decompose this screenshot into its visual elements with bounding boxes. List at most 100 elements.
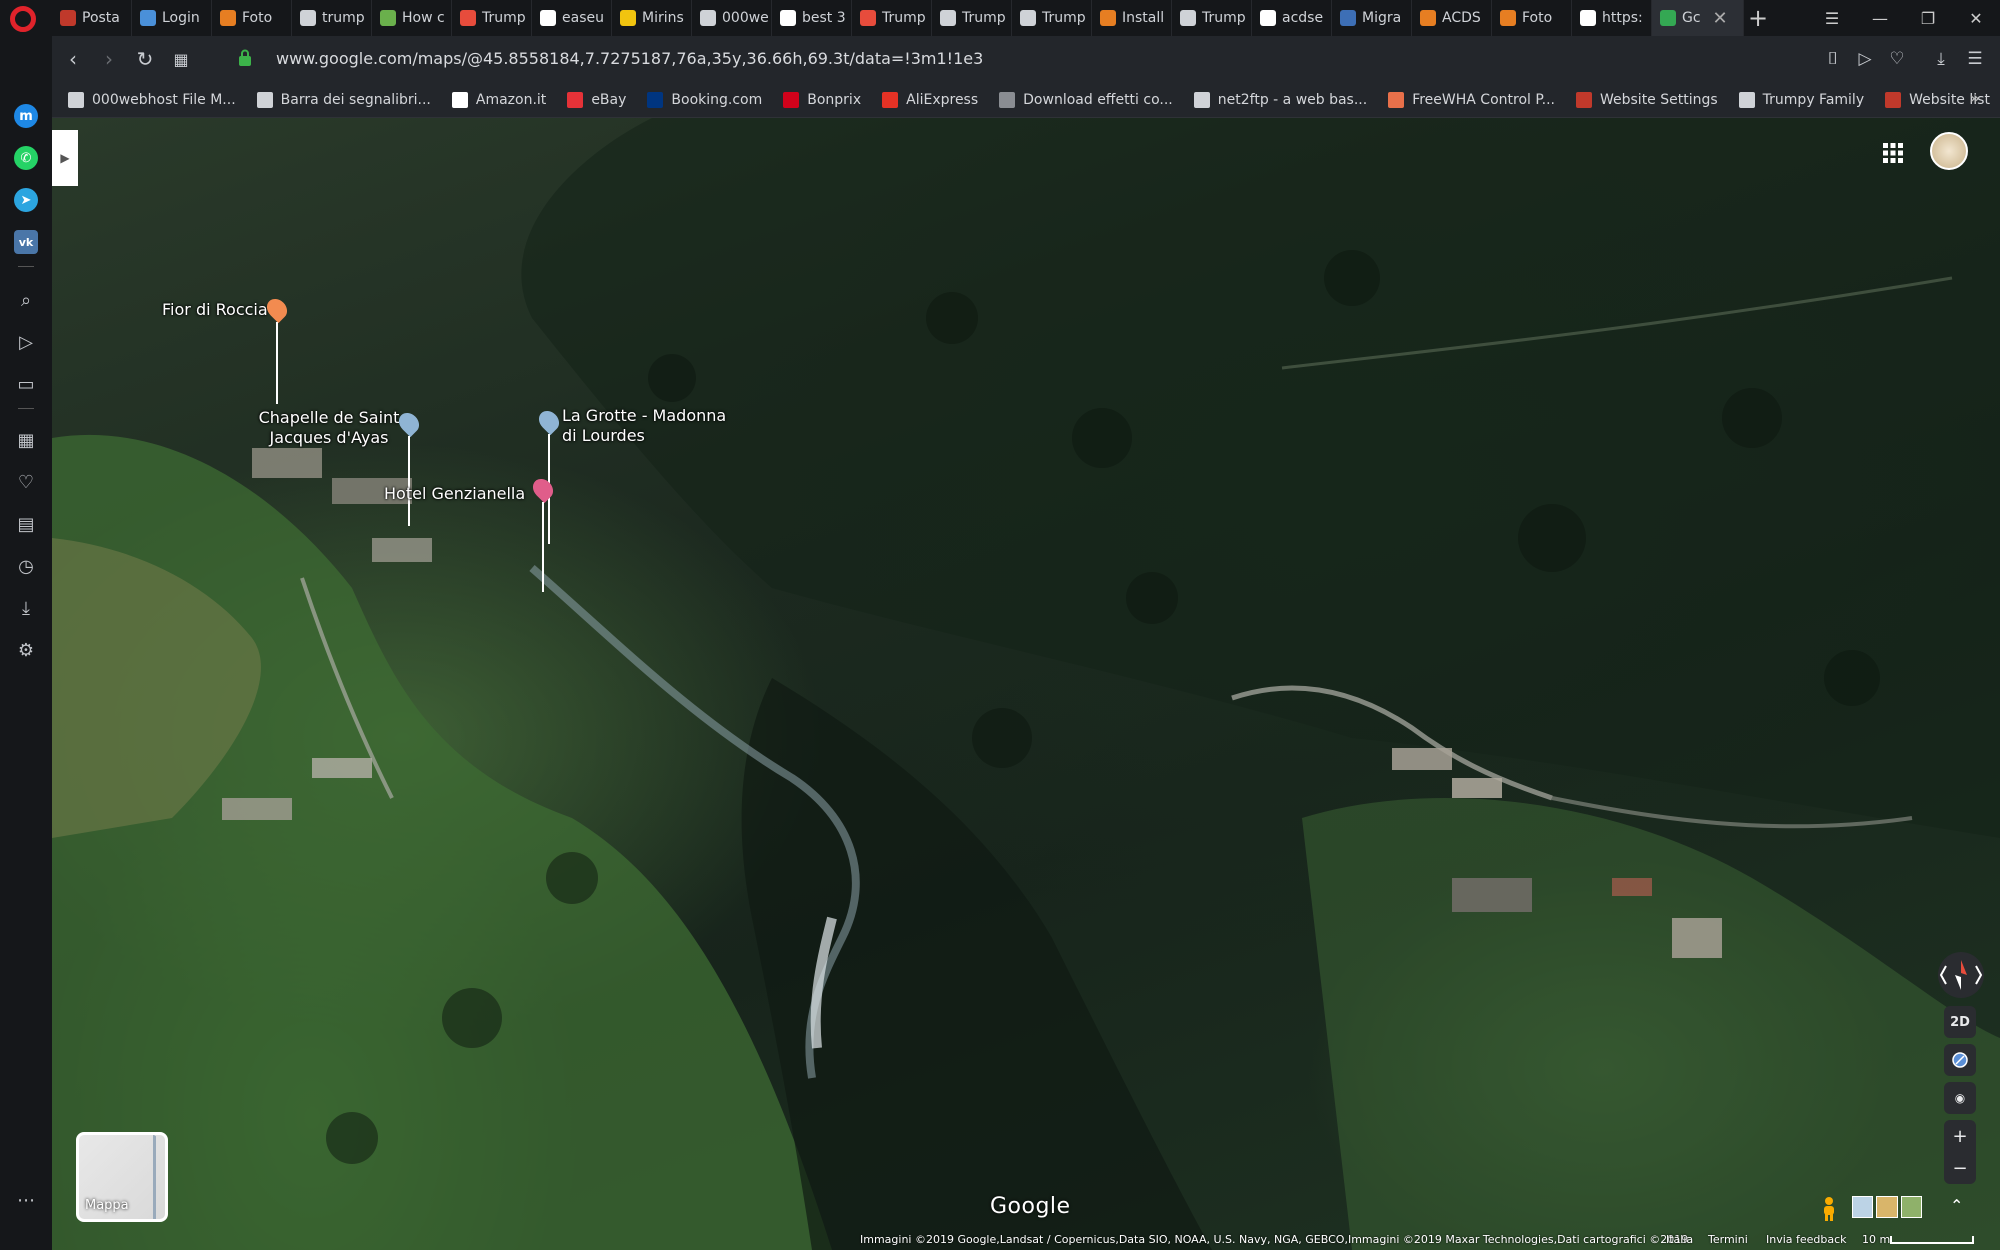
tab-6[interactable]: easeu <box>532 0 612 36</box>
site-icon <box>1885 92 1902 108</box>
tab-12[interactable]: Trump <box>1012 0 1092 36</box>
close-tab-icon[interactable]: ✕ <box>1713 8 1728 29</box>
document-icon <box>68 92 84 108</box>
scale-label[interactable]: 10 m <box>1862 1233 1890 1246</box>
bookmark-item[interactable]: FreeWHA Control P... <box>1388 82 1568 118</box>
bookmark-item[interactable]: 000webhost File M... <box>68 82 249 118</box>
map-canvas[interactable]: ▶ Fior di Roccia Chapelle de Saint Jacqu… <box>52 118 2000 1250</box>
thumbnail-satellite[interactable] <box>1900 1196 1922 1218</box>
tab-7[interactable]: Mirins <box>612 0 692 36</box>
tab-10[interactable]: Trump <box>852 0 932 36</box>
bookmark-item[interactable]: Website Settings <box>1575 82 1731 118</box>
settings-icon[interactable]: ⚙ <box>14 638 38 662</box>
address-input[interactable]: www.google.com/maps/@45.8558184,7.727518… <box>276 49 983 68</box>
forward-icon[interactable]: › <box>96 46 122 72</box>
imagery-thumbnails[interactable] <box>1852 1196 1922 1218</box>
place-label-chapelle[interactable]: Chapelle de Saint Jacques d'Ayas <box>244 408 414 448</box>
opera-logo-icon[interactable] <box>10 6 36 32</box>
tab-0[interactable]: Posta <box>52 0 132 36</box>
footer-link-termini[interactable]: Termini <box>1708 1233 1748 1246</box>
tab-19[interactable]: https: <box>1572 0 1652 36</box>
bookmark-item[interactable]: Website list <box>1885 82 2000 118</box>
place-label-la-grotte[interactable]: La Grotte - Madonna di Lourdes <box>562 406 732 446</box>
footer-link-italia[interactable]: Italia <box>1666 1233 1693 1246</box>
zoom-in-button[interactable]: + <box>1944 1120 1976 1152</box>
expand-imagery-icon[interactable]: ⌃ <box>1950 1196 1963 1215</box>
close-window-icon[interactable]: ✕ <box>1952 0 2000 36</box>
bookmark-item[interactable]: AliExpress <box>882 82 991 118</box>
bookmark-label: Booking.com <box>671 92 763 108</box>
rotate-icon[interactable] <box>1944 1044 1976 1076</box>
view-2d-button[interactable]: 2D <box>1944 1006 1976 1038</box>
tab-14[interactable]: Trump <box>1172 0 1252 36</box>
heart-icon[interactable]: ♡ <box>14 470 38 494</box>
more-icon[interactable]: ⋯ <box>14 1188 38 1212</box>
my-location-icon[interactable]: ◉ <box>1944 1082 1976 1114</box>
tab-11[interactable]: Trump <box>932 0 1012 36</box>
whatsapp-icon[interactable]: ✆ <box>14 146 38 170</box>
account-avatar[interactable] <box>1930 132 1968 170</box>
tab-16[interactable]: Migra <box>1332 0 1412 36</box>
download-icon[interactable]: ⤓ <box>1928 46 1954 72</box>
tab-label: easeu <box>562 10 604 26</box>
tab-menu-icon[interactable]: ☰ <box>1808 0 1856 36</box>
tab-2[interactable]: Foto <box>212 0 292 36</box>
tab-5[interactable]: Trump <box>452 0 532 36</box>
bookmark-heart-icon[interactable]: ♡ <box>1884 46 1910 72</box>
minimize-icon[interactable]: — <box>1856 0 1904 36</box>
thumbnail-map[interactable] <box>1852 1196 1874 1218</box>
tab-3[interactable]: trump <box>292 0 372 36</box>
news-icon[interactable]: ▤ <box>14 512 38 536</box>
place-label-hotel-genzianella[interactable]: Hotel Genzianella <box>384 484 525 504</box>
share-icon[interactable]: ▷ <box>1852 46 1878 72</box>
bookmark-item[interactable]: net2ftp - a web bas... <box>1193 82 1380 118</box>
vk-icon[interactable]: vk <box>14 230 38 254</box>
wallet-icon[interactable]: ▭ <box>14 372 38 396</box>
thumbnail-terrain[interactable] <box>1876 1196 1898 1218</box>
tab-18[interactable]: Foto <box>1492 0 1572 36</box>
bookmark-item[interactable]: Amazon.it <box>451 82 559 118</box>
document-icon <box>700 10 716 26</box>
tab-17[interactable]: ACDS <box>1412 0 1492 36</box>
tab-4[interactable]: How c <box>372 0 452 36</box>
back-icon[interactable]: ‹ <box>60 46 86 72</box>
bookmark-item[interactable]: Barra dei segnalibri... <box>256 82 444 118</box>
speed-dial-icon[interactable]: ▦ <box>14 428 38 452</box>
messenger-icon[interactable]: m <box>14 104 38 128</box>
tab-9[interactable]: best 3 <box>772 0 852 36</box>
map-layer-toggle[interactable]: Mappa <box>76 1132 168 1222</box>
telegram-icon[interactable]: ➤ <box>14 188 38 212</box>
bookmarks-overflow-icon[interactable]: » <box>1969 88 1980 109</box>
tab-1[interactable]: Login <box>132 0 212 36</box>
search-icon[interactable]: ⌕ <box>14 288 38 312</box>
tab-8[interactable]: 000we <box>692 0 772 36</box>
tab-grid-icon[interactable]: ▦ <box>168 46 194 72</box>
google-apps-icon[interactable] <box>1882 142 1904 164</box>
place-label-fior-di-roccia[interactable]: Fior di Roccia <box>162 300 268 320</box>
new-tab-button[interactable]: + <box>1748 4 1768 32</box>
tab-13[interactable]: Install <box>1092 0 1172 36</box>
bookmark-item[interactable]: Booking.com <box>647 82 775 118</box>
side-panel-toggle-icon[interactable]: ▶ <box>52 130 78 186</box>
reload-icon[interactable]: ↻ <box>132 46 158 72</box>
snapshot-icon[interactable]: ⌷ <box>1820 46 1846 72</box>
downloads-icon[interactable]: ⤓ <box>14 596 38 620</box>
tab-label: best 3 <box>802 10 846 26</box>
tab-label: Foto <box>242 10 273 26</box>
history-icon[interactable]: ◷ <box>14 554 38 578</box>
scale-bar <box>1890 1236 1974 1244</box>
tab-15[interactable]: acdse <box>1252 0 1332 36</box>
easy-setup-icon[interactable]: ☰ <box>1962 46 1988 72</box>
restore-icon[interactable]: ❐ <box>1904 0 1952 36</box>
pegman-icon[interactable] <box>1820 1196 1838 1222</box>
bookmark-item[interactable]: Trumpy Family <box>1738 82 1877 118</box>
footer-link-feedback[interactable]: Invia feedback <box>1766 1233 1847 1246</box>
bookmark-item[interactable]: Download effetti co... <box>999 82 1186 118</box>
bookmark-item[interactable]: eBay <box>567 82 639 118</box>
lock-icon[interactable] <box>238 49 252 67</box>
send-icon[interactable]: ▷ <box>14 330 38 354</box>
tab-20[interactable]: Gc ✕ <box>1652 0 1744 36</box>
zoom-out-button[interactable]: − <box>1944 1152 1976 1184</box>
bookmark-item[interactable]: Bonprix <box>783 82 874 118</box>
compass-icon[interactable] <box>1938 952 1984 998</box>
